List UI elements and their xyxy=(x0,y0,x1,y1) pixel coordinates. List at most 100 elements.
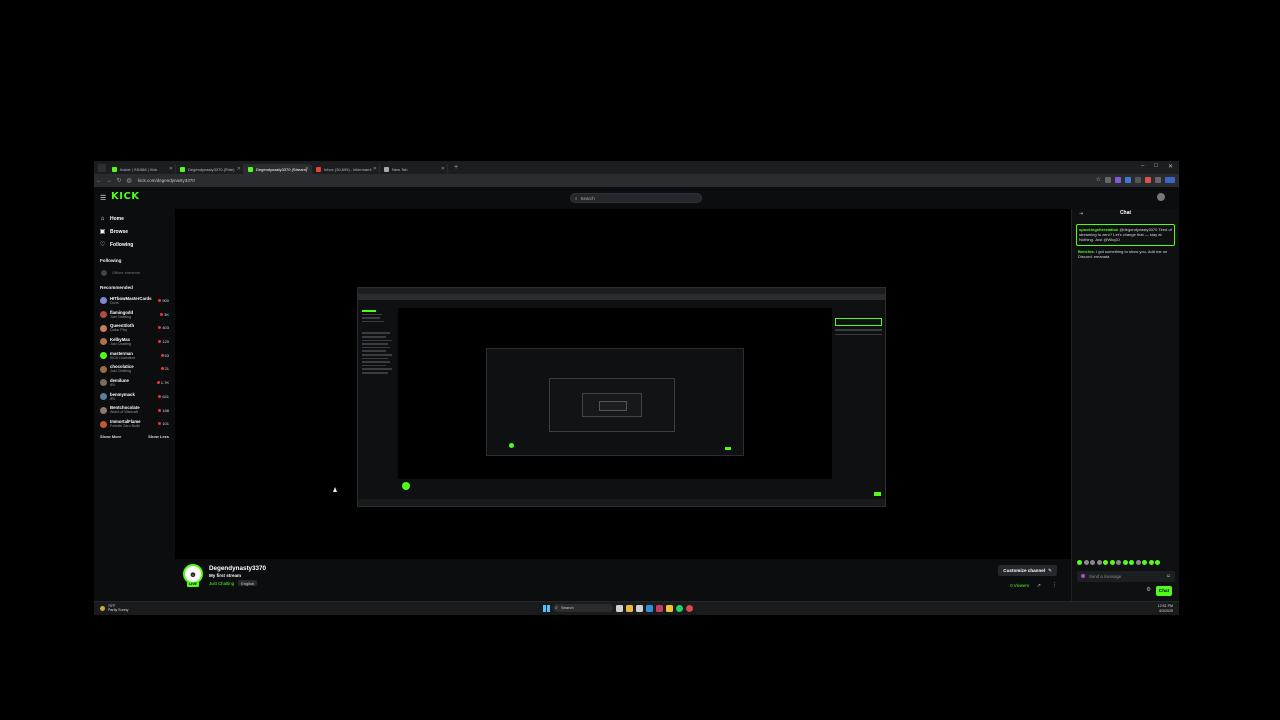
recommended-channel[interactable]: HITbowMasterCards Dorm 900 xyxy=(94,294,175,308)
weather-widget[interactable]: 70°F Partly Sunny xyxy=(100,604,128,612)
nav-home[interactable]: ⌂ Home xyxy=(94,212,175,225)
emote-icon[interactable] xyxy=(1077,560,1082,565)
task-view-icon[interactable] xyxy=(616,604,623,612)
minimize-button[interactable]: – xyxy=(1141,163,1144,170)
windows-start-icon[interactable] xyxy=(543,604,550,612)
address-input[interactable]: kick.com/degendynasty3370 xyxy=(138,178,195,183)
emote-icon[interactable] xyxy=(1090,560,1095,565)
extension-icon[interactable] xyxy=(1105,177,1111,183)
recommended-channel[interactable]: QueenSloth Dollar Pixy 403 xyxy=(94,321,175,335)
customize-channel-button[interactable]: Customize channel ✎ xyxy=(998,565,1057,576)
back-icon[interactable]: ← xyxy=(94,178,104,184)
stream-category-row: Just Chatting English xyxy=(209,580,258,586)
app-icon[interactable] xyxy=(686,604,693,612)
close-window-button[interactable]: ✕ xyxy=(1168,163,1173,170)
live-dot-icon xyxy=(158,340,162,344)
browser-tab[interactable]: Degendynasty3370 (Ride) ✕ xyxy=(176,164,244,174)
send-chat-button[interactable]: Chat xyxy=(1156,586,1172,596)
show-less-button[interactable]: Show Less xyxy=(148,434,169,439)
extension-icon[interactable] xyxy=(1125,177,1131,183)
tab-favicon-icon xyxy=(384,166,389,172)
video-player[interactable] xyxy=(175,209,1071,592)
close-tab-icon[interactable]: ✕ xyxy=(441,166,445,172)
emote-icon[interactable] xyxy=(1096,560,1102,565)
browser-tab[interactable]: New Tab ✕ xyxy=(380,164,448,174)
chat-panel: ⇥ Chat spookingsherstation @degendynasty… xyxy=(1071,209,1179,601)
emote-icon[interactable] xyxy=(1129,560,1134,565)
kick-logo[interactable]: KICK xyxy=(111,191,140,202)
followed-channel[interactable]: Offline streamer xyxy=(94,267,175,278)
recommended-channel[interactable]: demilune IRL 1.7K xyxy=(94,376,175,390)
show-more-button[interactable]: Show More xyxy=(100,434,121,439)
system-clock[interactable]: 12:51 PM 4/3/2025 xyxy=(1158,604,1173,613)
user-avatar[interactable] xyxy=(1157,193,1165,201)
emote-icon[interactable] xyxy=(1103,560,1108,565)
avatar xyxy=(100,297,107,305)
profile-avatar-icon[interactable] xyxy=(1165,177,1175,183)
bookmark-star-icon[interactable]: ☆ xyxy=(1096,177,1101,183)
emote-icon[interactable] xyxy=(1116,560,1121,565)
language-tag[interactable]: English xyxy=(238,580,258,586)
browser-tab-active[interactable]: Degendynasty3370 (Stream) ✕ xyxy=(244,164,312,174)
recommended-channel[interactable]: Bentchocolate World of Warcraft 188 xyxy=(94,404,175,418)
channel-name[interactable]: Degendynasty3370 xyxy=(209,565,266,572)
browser-tab[interactable]: Inside | Sf1588 | Kick ✕ xyxy=(108,164,176,174)
show-toggle-row: Show More Show Less xyxy=(94,431,175,442)
channel-avatar[interactable]: ☻ xyxy=(183,564,203,584)
recommended-channel[interactable]: KelbyMax Just Chatting 120 xyxy=(94,335,175,349)
nav-browse[interactable]: ▣ Browse xyxy=(94,225,175,238)
store-icon[interactable] xyxy=(636,604,643,612)
extension-icon[interactable] xyxy=(1115,177,1121,183)
channel-category: Just Chatting xyxy=(110,341,131,346)
close-tab-icon[interactable]: ✕ xyxy=(373,166,377,172)
emoji-picker-icon[interactable]: ☺ xyxy=(1166,573,1171,579)
chat-input[interactable]: Send a message ☺ xyxy=(1077,571,1175,582)
emote-icon[interactable] xyxy=(1148,560,1154,565)
reload-icon[interactable]: ↻ xyxy=(114,177,124,184)
taskbar-search[interactable]: Search xyxy=(553,604,613,612)
tab-actions-button[interactable] xyxy=(98,163,106,172)
close-tab-icon[interactable]: ✕ xyxy=(305,166,309,172)
os-taskbar: 70°F Partly Sunny Search 12:51 PM 4/3/20… xyxy=(94,601,1179,615)
more-options-icon[interactable]: ⋮ xyxy=(1052,582,1057,588)
browser-tab[interactable]: Inbox (30,695) - killerman4 ✕ xyxy=(312,164,380,174)
file-explorer-icon[interactable] xyxy=(626,604,633,612)
emote-icon[interactable] xyxy=(1155,560,1160,565)
new-tab-button[interactable]: + xyxy=(454,164,458,171)
close-tab-icon[interactable]: ✕ xyxy=(169,166,173,172)
channel-category: Fortnite Zero Build xyxy=(110,424,140,429)
emote-icon[interactable] xyxy=(1135,560,1141,565)
search-icon: ⌕ xyxy=(575,195,578,201)
forward-icon[interactable]: → xyxy=(104,178,114,184)
extension-icon[interactable] xyxy=(1145,177,1151,183)
emote-icon[interactable] xyxy=(1109,560,1115,565)
extension-icon[interactable] xyxy=(1155,177,1161,183)
search-input[interactable]: ⌕ Search xyxy=(570,193,702,203)
nested-capture-level-4 xyxy=(582,393,642,417)
window-controls: – □ ✕ xyxy=(1141,163,1173,170)
close-tab-icon[interactable]: ✕ xyxy=(237,166,241,172)
emote-icon[interactable] xyxy=(1083,560,1089,565)
chat-settings-icon[interactable]: ⚙ xyxy=(1146,587,1151,593)
emote-icon[interactable] xyxy=(1122,560,1128,565)
extension-icon[interactable] xyxy=(1135,177,1141,183)
live-dot-icon xyxy=(160,367,164,371)
edge-icon[interactable] xyxy=(646,604,653,612)
spotify-icon[interactable] xyxy=(676,604,683,612)
app-icon[interactable] xyxy=(656,604,663,612)
category-link[interactable]: Just Chatting xyxy=(209,581,234,586)
recommended-channel[interactable]: benmymack IRL 641 xyxy=(94,390,175,404)
mouse-cursor-icon xyxy=(333,487,337,492)
emote-icon[interactable] xyxy=(1142,560,1147,565)
maximize-button[interactable]: □ xyxy=(1154,163,1158,170)
menu-icon[interactable]: ☰ xyxy=(100,194,106,202)
recommended-channel[interactable]: chocolatice Just Chatting 21 xyxy=(94,362,175,376)
chrome-icon[interactable] xyxy=(666,604,673,612)
recommended-channel[interactable]: masterman KICK Downtime 53 xyxy=(94,349,175,363)
recommended-channel[interactable]: flamingodd Just Chatting 3K xyxy=(94,308,175,322)
viewer-count: 1.7K xyxy=(156,380,169,385)
share-icon[interactable]: ↗ xyxy=(1037,583,1041,589)
site-info-icon[interactable]: ◍ xyxy=(124,177,134,184)
recommended-channel[interactable]: ImmortalFlame Fortnite Zero Build 101 xyxy=(94,417,175,431)
nav-following[interactable]: ♡ Following xyxy=(94,238,175,251)
